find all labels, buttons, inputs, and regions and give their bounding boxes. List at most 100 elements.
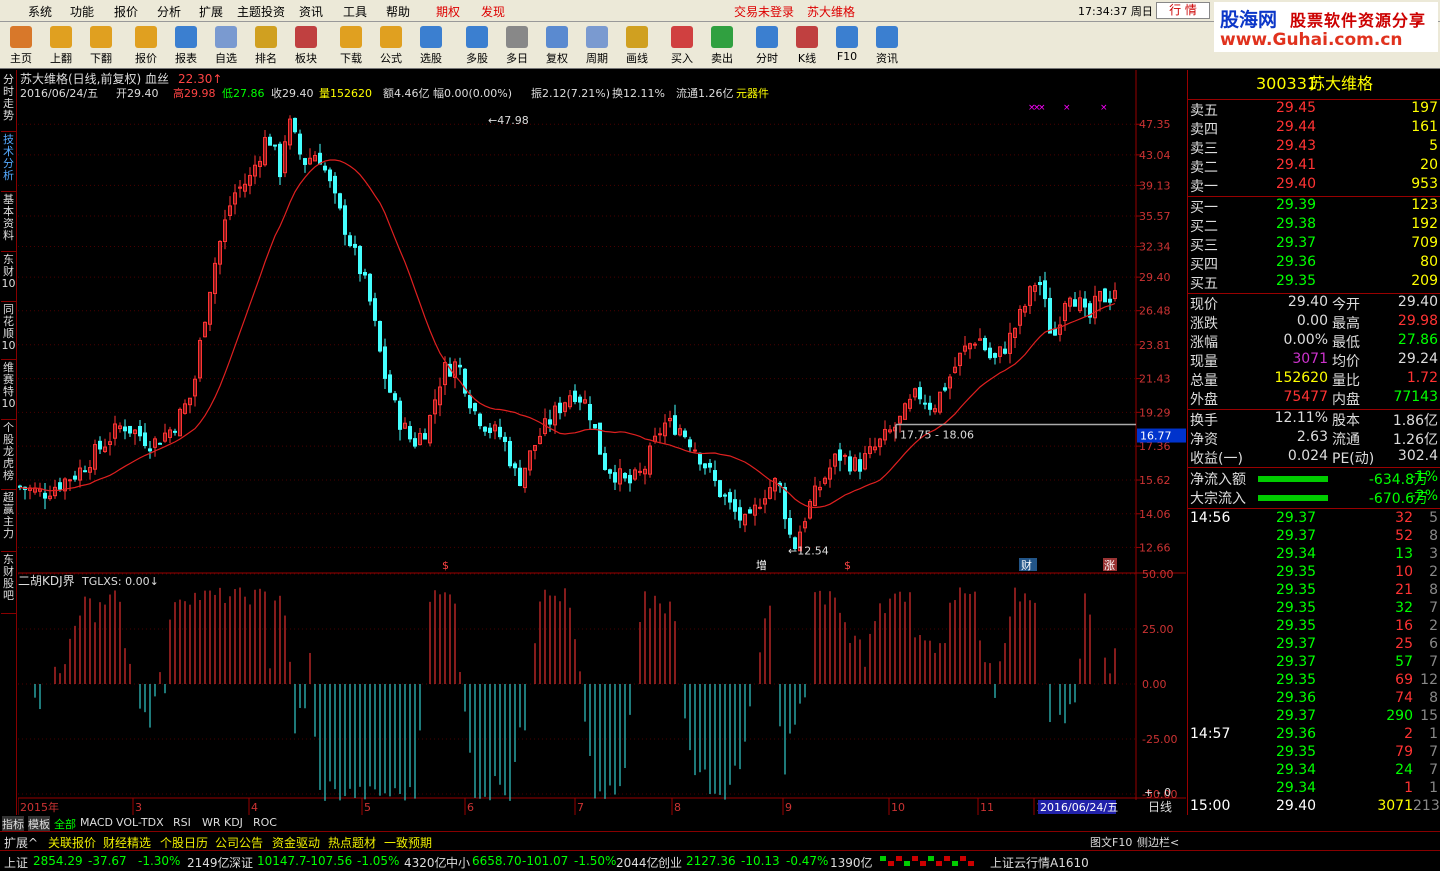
toolbar-multi-button[interactable]: 多股 xyxy=(458,24,496,68)
candle-down xyxy=(573,390,577,402)
leftnav-item-0[interactable]: 分时走势 xyxy=(1,74,16,132)
sector-icon xyxy=(295,26,317,48)
leftnav-item-8[interactable]: 东财股吧 xyxy=(1,554,16,614)
cell: 29.37 xyxy=(1276,654,1317,670)
toolbar-arrow-down-button[interactable]: 下翻 xyxy=(82,24,120,68)
toolbar-download-button[interactable]: 下载 xyxy=(332,24,370,68)
candle-down xyxy=(333,175,337,194)
x-tick-label: 2015年 xyxy=(20,800,59,814)
signal-mark: × xyxy=(1063,103,1071,113)
cell: 29.35 xyxy=(1276,273,1317,289)
bottom-link-5[interactable]: 资金驱动 xyxy=(272,834,320,851)
leftnav-item-2[interactable]: 基本资料 xyxy=(1,194,16,252)
candle-down xyxy=(1073,299,1077,307)
toolbar-news-button[interactable]: 资讯 xyxy=(868,24,906,68)
toolbar-f8-button[interactable]: 周期 xyxy=(578,24,616,68)
bottom-link-1[interactable]: 关联报价 xyxy=(48,834,96,851)
cell: 涨跌 xyxy=(1190,316,1218,332)
menu-analysis[interactable]: 分析 xyxy=(157,3,181,20)
menu-system[interactable]: 系统 xyxy=(28,3,52,20)
leftnav-item-5[interactable]: 维赛特10 xyxy=(1,362,16,420)
toolbar-sector-button[interactable]: 板块 xyxy=(287,24,325,68)
indicator-tab-2[interactable]: 全部 xyxy=(54,816,76,832)
bottom-link-7[interactable]: 一致预期 xyxy=(384,834,432,851)
y-tick-label: 32.34 xyxy=(1139,241,1171,254)
status-field-3: -1.30% xyxy=(138,854,181,868)
indicator-tab-1[interactable]: 模板 xyxy=(28,816,50,832)
menu-options[interactable]: 期权 xyxy=(436,3,460,20)
menu-tools[interactable]: 工具 xyxy=(343,3,367,20)
login-status[interactable]: 交易未登录 xyxy=(734,3,794,20)
tick-row: 29.35 10 2 xyxy=(1188,564,1440,583)
leftnav-item-1[interactable]: 技术分析 xyxy=(1,134,16,192)
leftnav-item-6[interactable]: 个股龙虎榜 xyxy=(1,422,16,490)
toolbar-intraday-button[interactable]: 分时 xyxy=(748,24,786,68)
toolbar-sell-button[interactable]: 卖出 xyxy=(703,24,741,68)
zoom-controls[interactable]: + - 0 xyxy=(1144,786,1171,799)
indicator-tab-0[interactable]: 指标 xyxy=(2,816,24,832)
indicator-tab-6[interactable]: WR xyxy=(202,816,221,829)
indicator-tab-7[interactable]: KDJ xyxy=(224,816,243,829)
period-label[interactable]: 日线 xyxy=(1148,800,1172,814)
toolbar-label: 买入 xyxy=(671,52,693,65)
sidebar-toggle[interactable]: 侧边栏< xyxy=(1137,834,1179,850)
indicator-tab-3[interactable]: MACD xyxy=(80,816,113,829)
menu-discover[interactable]: 发现 xyxy=(481,3,505,20)
event-marker: $ xyxy=(442,559,449,572)
bottom-link-4[interactable]: 公司公告 xyxy=(215,834,263,851)
bottom-link-2[interactable]: 财经精选 xyxy=(103,834,151,851)
toolbar-yen-button[interactable]: 报价 xyxy=(127,24,165,68)
y-tick-label: 23.81 xyxy=(1139,339,1171,352)
toolbar-pick-button[interactable]: 选股 xyxy=(412,24,450,68)
indicator-tab-8[interactable]: ROC xyxy=(253,816,277,829)
toolbar-clock-button[interactable]: 多日 xyxy=(498,24,536,68)
candle-down xyxy=(858,459,862,472)
tick-row: 29.35 32 7 xyxy=(1188,600,1440,619)
cell: 均价 xyxy=(1332,354,1360,370)
menu-news[interactable]: 资讯 xyxy=(299,3,323,20)
candle-down xyxy=(338,193,342,209)
toolbar-home-button[interactable]: 主页 xyxy=(2,24,40,68)
menu-theme[interactable]: 主题投资 xyxy=(237,3,285,20)
quote-mode-button[interactable]: 行 情 xyxy=(1156,2,1210,19)
menu-help[interactable]: 帮助 xyxy=(386,3,410,20)
toolbar-formula-button[interactable]: 公式 xyxy=(372,24,410,68)
menu-quote[interactable]: 报价 xyxy=(114,3,138,20)
candle-down xyxy=(593,424,597,429)
leftnav-item-4[interactable]: 同花顺10 xyxy=(1,304,16,360)
chart-header-field-10: 流通1.26亿 xyxy=(676,86,734,100)
status-field-9: 4320亿 xyxy=(404,856,447,870)
f10-link[interactable]: 图文F10 xyxy=(1090,834,1132,850)
toolbar-restore-button[interactable]: 复权 xyxy=(538,24,576,68)
toolbar-f6-button[interactable]: 自选 xyxy=(207,24,245,68)
toolbar-report-button[interactable]: 报表 xyxy=(167,24,205,68)
candle-down xyxy=(148,448,152,452)
x-tick-label: 6 xyxy=(467,801,474,814)
toolbar-buy-button[interactable]: 买入 xyxy=(663,24,701,68)
toolbar-f10-button[interactable]: F10 xyxy=(828,24,866,68)
toolbar-arrow-up-button[interactable]: 上翻 xyxy=(42,24,80,68)
chart-header-field-5: 量152620 xyxy=(319,87,372,100)
draw-icon xyxy=(626,26,648,48)
menu-extend[interactable]: 扩展 xyxy=(199,3,223,20)
status-field-11: 6658.70 xyxy=(472,854,522,868)
status-bar: 上证 2854.29 -37.67 -1.30% 2149亿 深证 10147.7 -107.… xyxy=(0,850,1440,871)
bottom-link-0[interactable]: 扩展^ xyxy=(4,834,38,851)
indicator-tab-4[interactable]: VOL-TDX xyxy=(116,816,164,829)
indicator-tab-5[interactable]: RSI xyxy=(173,816,191,829)
candle-down xyxy=(748,509,752,514)
menu-function[interactable]: 功能 xyxy=(70,3,94,20)
kline-chart[interactable]: 苏大维格(日线,前复权) 血丝 22.30↑ 2016/06/24/五 开29.40 高2… xyxy=(18,70,1186,815)
candle-down xyxy=(728,492,732,503)
cell: 77143 xyxy=(1393,389,1438,405)
candle-down xyxy=(508,441,512,467)
leftnav-item-7[interactable]: 超赢主力 xyxy=(1,492,16,552)
toolbar-kline-button[interactable]: K线 xyxy=(788,24,826,68)
leftnav-item-3[interactable]: 东财10 xyxy=(1,254,16,302)
bottom-link-3[interactable]: 个股日历 xyxy=(160,834,208,851)
toolbar-rank-button[interactable]: 排名 xyxy=(247,24,285,68)
cell: 总量 xyxy=(1190,373,1218,389)
cell: 7 xyxy=(1429,744,1438,760)
bottom-link-6[interactable]: 热点题材 xyxy=(328,834,376,851)
toolbar-draw-button[interactable]: 画线 xyxy=(618,24,656,68)
